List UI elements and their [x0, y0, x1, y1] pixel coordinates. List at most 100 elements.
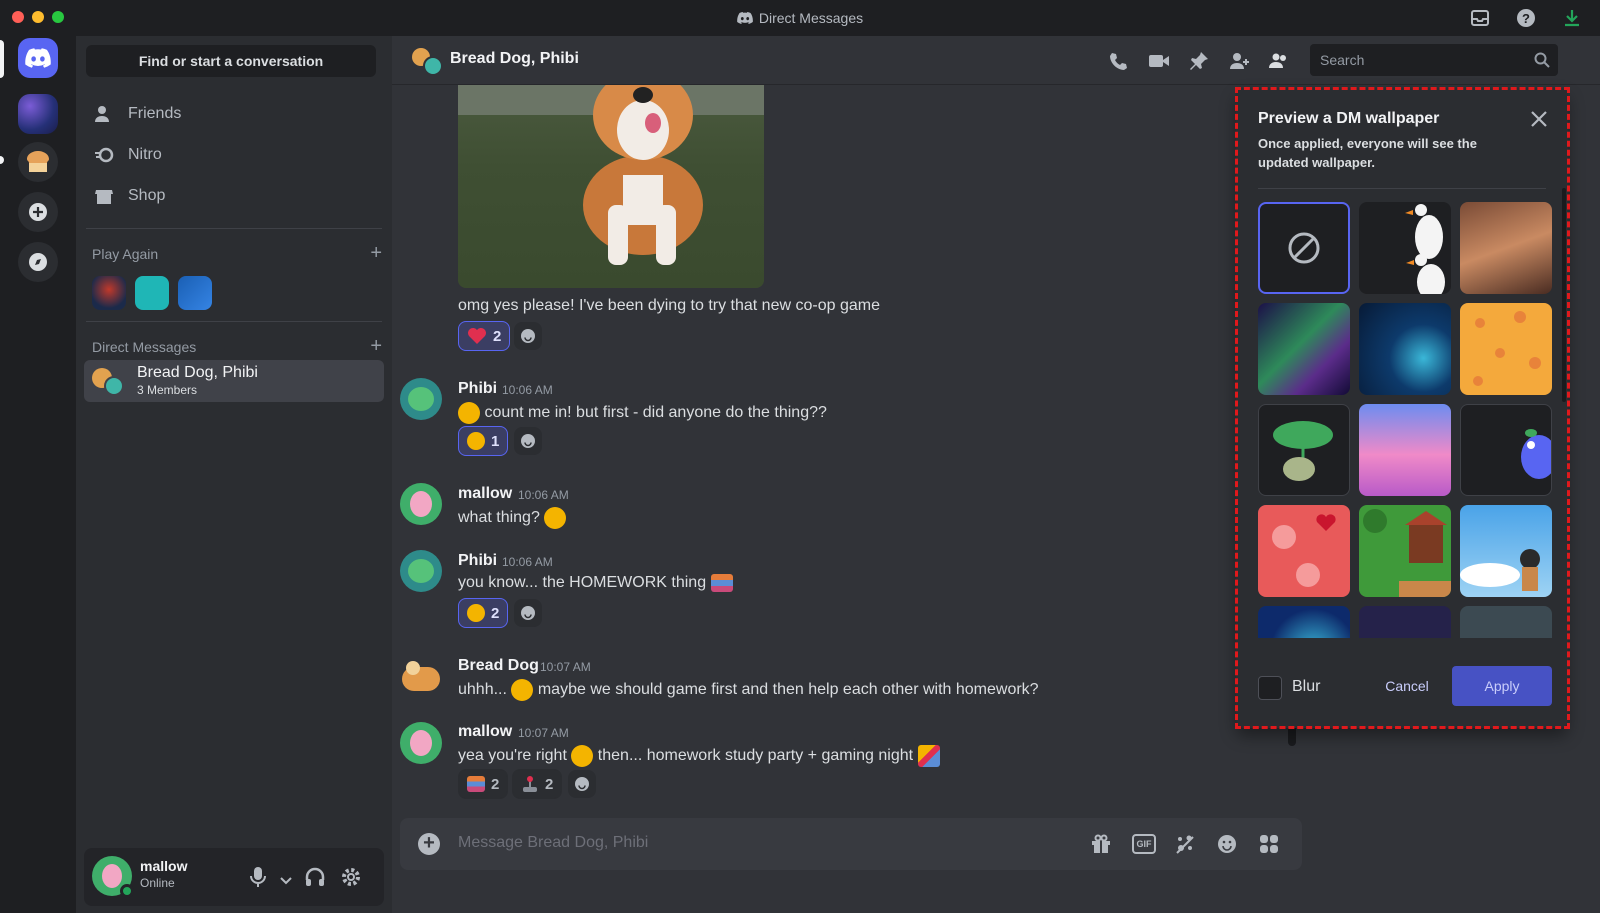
message-author[interactable]: Phibi: [458, 552, 497, 570]
gift-icon[interactable]: [1090, 833, 1114, 855]
message-author[interactable]: mallow: [458, 723, 512, 741]
avatar[interactable]: [92, 856, 134, 898]
wallpaper-option-geese[interactable]: [1359, 202, 1451, 294]
emoji-picker-icon[interactable]: [1216, 833, 1240, 855]
nav-friends[interactable]: Friends: [86, 94, 382, 134]
message-timestamp: 10:07 AM: [540, 660, 591, 674]
close-icon[interactable]: [1528, 108, 1550, 130]
gif-button[interactable]: GIF: [1132, 834, 1156, 854]
blur-label: Blur: [1292, 678, 1321, 695]
lightning-app-icon[interactable]: [178, 276, 212, 310]
video-call-icon[interactable]: [1148, 50, 1170, 72]
message-line: count me in! but first - did anyone do t…: [458, 402, 827, 424]
server-icon-art[interactable]: [18, 94, 58, 134]
group-dm-avatar: [92, 368, 126, 396]
wallpaper-option-sky-girl[interactable]: [1460, 505, 1552, 597]
dm-item-bread-dog-phibi[interactable]: Bread Dog, Phibi 3 Members: [84, 360, 384, 402]
grimacing-emoji-icon: [544, 507, 567, 529]
wallpaper-option-orange-pattern[interactable]: [1460, 303, 1552, 395]
cancel-button[interactable]: Cancel: [1362, 666, 1452, 706]
add-reaction-button[interactable]: [568, 770, 596, 798]
popout-description: Once applied, everyone will see the upda…: [1258, 136, 1477, 170]
nav-nitro[interactable]: Nitro: [86, 135, 382, 175]
download-icon[interactable]: [1562, 8, 1582, 28]
member-list-icon[interactable]: [1268, 50, 1290, 72]
message-line: yea you're right then... homework study …: [458, 745, 940, 767]
play-again-title: Play Again: [92, 245, 159, 262]
help-icon[interactable]: ?: [1516, 8, 1536, 28]
microphone-icon[interactable]: [250, 866, 266, 893]
server-icon-bread[interactable]: [18, 142, 58, 182]
home-dm-button[interactable]: [18, 38, 58, 78]
reaction-worried[interactable]: 1: [458, 426, 509, 456]
add-reaction-button[interactable]: [514, 427, 542, 455]
avatar[interactable]: [400, 378, 442, 420]
apps-icon[interactable]: [1258, 833, 1282, 855]
message-author[interactable]: Phibi: [458, 380, 497, 398]
add-server-button[interactable]: [18, 192, 58, 232]
reaction-count: 2: [491, 604, 500, 622]
message-timestamp: 10:06 AM: [502, 555, 553, 569]
add-friends-icon[interactable]: [1228, 50, 1250, 72]
voice-call-icon[interactable]: [1108, 50, 1130, 72]
wallpaper-option-purple-creature[interactable]: [1460, 404, 1552, 496]
message-input-placeholder[interactable]: Message Bread Dog, Phibi: [458, 834, 648, 852]
wallpaper-option-none[interactable]: [1258, 202, 1350, 294]
wallpaper-option-leaf-frog[interactable]: [1258, 404, 1350, 496]
avatar[interactable]: [400, 657, 442, 699]
reaction-heart[interactable]: 2: [458, 321, 511, 351]
nav-shop[interactable]: Shop: [86, 176, 382, 216]
upside-down-face-emoji-icon: [511, 679, 534, 701]
find-conversation-button[interactable]: Find or start a conversation: [86, 45, 376, 77]
add-reaction-button[interactable]: [514, 599, 542, 627]
sidebar-divider: [86, 321, 382, 322]
avatar[interactable]: [400, 722, 442, 764]
game-icon-fighter[interactable]: [92, 276, 126, 310]
avatar[interactable]: [400, 483, 442, 525]
apply-button[interactable]: Apply: [1452, 666, 1552, 706]
message-text-part: then... homework study party + gaming ni…: [597, 747, 914, 765]
wallpaper-option-pink-city[interactable]: [1359, 404, 1451, 496]
add-reaction-button[interactable]: [514, 322, 542, 350]
wallpaper-option-pink-hearts[interactable]: [1258, 505, 1350, 597]
message-author[interactable]: Bread Dog: [458, 657, 539, 675]
amazon-music-icon[interactable]: [135, 276, 169, 310]
pin-icon[interactable]: [1188, 50, 1210, 72]
wallpaper-option-clouds-partial[interactable]: [1460, 606, 1552, 638]
minimize-window-button[interactable]: [32, 11, 44, 23]
avatar[interactable]: [400, 550, 442, 592]
wallpaper-option-aurora[interactable]: [1258, 303, 1350, 395]
reaction-sob[interactable]: 2: [458, 598, 509, 628]
message-text: what thing?: [458, 509, 540, 527]
wallpaper-grid-scrollbar[interactable]: [1562, 188, 1566, 402]
chevron-down-icon[interactable]: [280, 872, 292, 890]
explore-servers-button[interactable]: [18, 242, 58, 282]
dm-section-title: Direct Messages: [92, 338, 197, 355]
bread-icon: [27, 151, 49, 172]
nav-nitro-label: Nitro: [128, 146, 162, 163]
blur-checkbox[interactable]: [1258, 676, 1282, 700]
inbox-icon[interactable]: [1470, 8, 1490, 28]
attach-plus-icon[interactable]: +: [418, 833, 440, 855]
play-again-add-button[interactable]: +: [370, 242, 382, 265]
message-composer[interactable]: + Message Bread Dog, Phibi GIF: [400, 818, 1302, 870]
reaction-joystick[interactable]: 2: [512, 769, 563, 799]
wallpaper-option-night-sky[interactable]: [1359, 606, 1451, 638]
wallpaper-option-blue-glow[interactable]: [1258, 606, 1350, 638]
nitro-icon: [95, 147, 114, 163]
zoom-window-button[interactable]: [52, 11, 64, 23]
wallpaper-option-pixel-village[interactable]: [1359, 505, 1451, 597]
search-input[interactable]: Search: [1310, 44, 1558, 76]
wallpaper-option-attic-room[interactable]: [1460, 202, 1552, 294]
reaction-books[interactable]: 2: [458, 769, 509, 799]
wallpaper-option-underwater-glow[interactable]: [1359, 303, 1451, 395]
message-image-corgi[interactable]: [458, 85, 764, 288]
message-author[interactable]: mallow: [458, 485, 512, 503]
close-window-button[interactable]: [12, 11, 24, 23]
headphones-icon[interactable]: [304, 866, 326, 893]
user-status: Online: [140, 876, 175, 890]
create-dm-button[interactable]: +: [370, 335, 382, 358]
gear-icon[interactable]: [340, 866, 362, 893]
sticker-icon[interactable]: [1174, 833, 1198, 855]
books-emoji-icon: [467, 776, 485, 792]
